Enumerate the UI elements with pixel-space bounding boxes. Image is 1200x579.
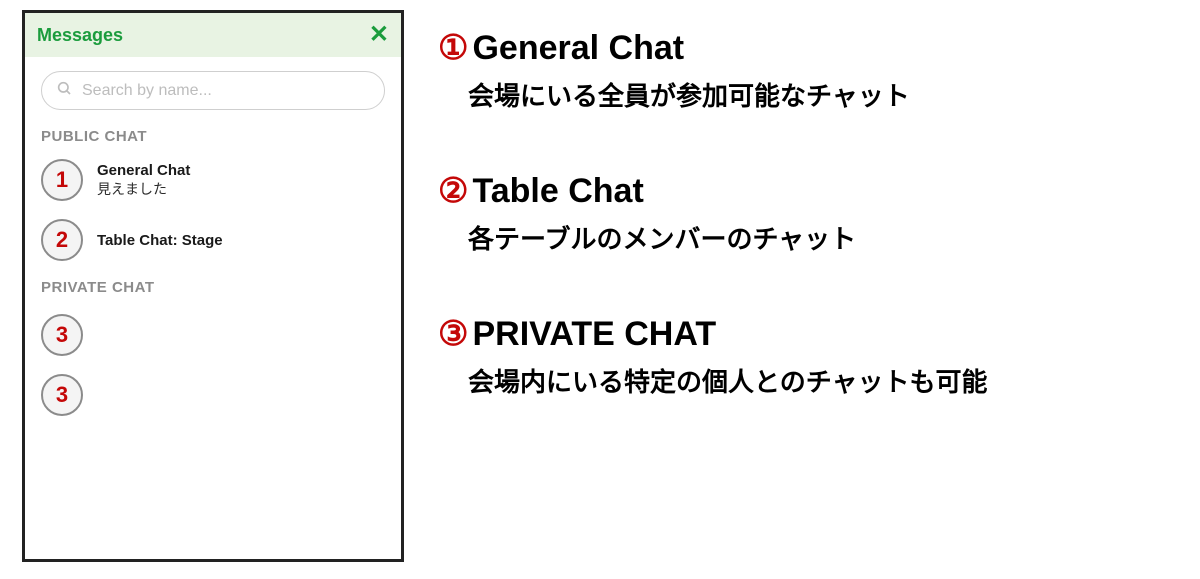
chat-item-title: Table Chat: Stage <box>97 232 223 249</box>
marker-number: 3 <box>41 314 83 356</box>
close-icon[interactable]: ✕ <box>369 23 389 47</box>
annotation-title: Table Chat <box>472 172 643 211</box>
public-chat-label: PUBLIC CHAT <box>41 128 385 145</box>
private-chat-label: PRIVATE CHAT <box>41 279 385 296</box>
marker-number: 2 <box>41 219 83 261</box>
marker-number: 1 <box>41 159 83 201</box>
annotations: ①General Chat 会場にいる全員が参加可能なチャット ②Table C… <box>418 0 1200 399</box>
marker-number: 3 <box>41 374 83 416</box>
annotation-heading: ③PRIVATE CHAT <box>438 314 1180 354</box>
annotation-1: ①General Chat 会場にいる全員が参加可能なチャット <box>438 28 1180 113</box>
search-icon <box>56 80 72 101</box>
chat-item-preview: 見えました <box>97 179 190 199</box>
annotation-desc: 会場内にいる特定の個人とのチャットも可能 <box>468 362 1180 399</box>
messages-panel: Messages ✕ PUBLIC CHAT 1 General Chat 見え… <box>22 10 404 562</box>
annotation-title: General Chat <box>472 29 684 68</box>
chat-row-private[interactable]: 3 <box>41 314 385 356</box>
messages-panel-container: Messages ✕ PUBLIC CHAT 1 General Chat 見え… <box>0 0 418 572</box>
annotation-heading: ①General Chat <box>438 28 1180 68</box>
annotation-2: ②Table Chat 各テーブルのメンバーのチャット <box>438 171 1180 256</box>
panel-body: PUBLIC CHAT 1 General Chat 見えました 2 Table… <box>25 57 401 559</box>
chat-item-title: General Chat <box>97 162 190 179</box>
panel-header: Messages ✕ <box>25 13 401 57</box>
annotation-desc: 各テーブルのメンバーのチャット <box>468 219 1180 256</box>
annotation-heading: ②Table Chat <box>438 171 1180 211</box>
chat-row-private[interactable]: 3 <box>41 374 385 416</box>
annotation-desc: 会場にいる全員が参加可能なチャット <box>468 76 1180 113</box>
chat-text: Table Chat: Stage <box>97 232 223 249</box>
annotation-number: ① <box>438 28 468 68</box>
annotation-number: ② <box>438 171 468 211</box>
annotation-title: PRIVATE CHAT <box>472 315 716 354</box>
search-input[interactable] <box>82 82 370 100</box>
chat-text: General Chat 見えました <box>97 162 190 199</box>
search-box[interactable] <box>41 71 385 110</box>
annotation-3: ③PRIVATE CHAT 会場内にいる特定の個人とのチャットも可能 <box>438 314 1180 399</box>
chat-row-general[interactable]: 1 General Chat 見えました <box>41 159 385 201</box>
annotation-number: ③ <box>438 314 468 354</box>
panel-title: Messages <box>37 25 123 46</box>
chat-row-table[interactable]: 2 Table Chat: Stage <box>41 219 385 261</box>
